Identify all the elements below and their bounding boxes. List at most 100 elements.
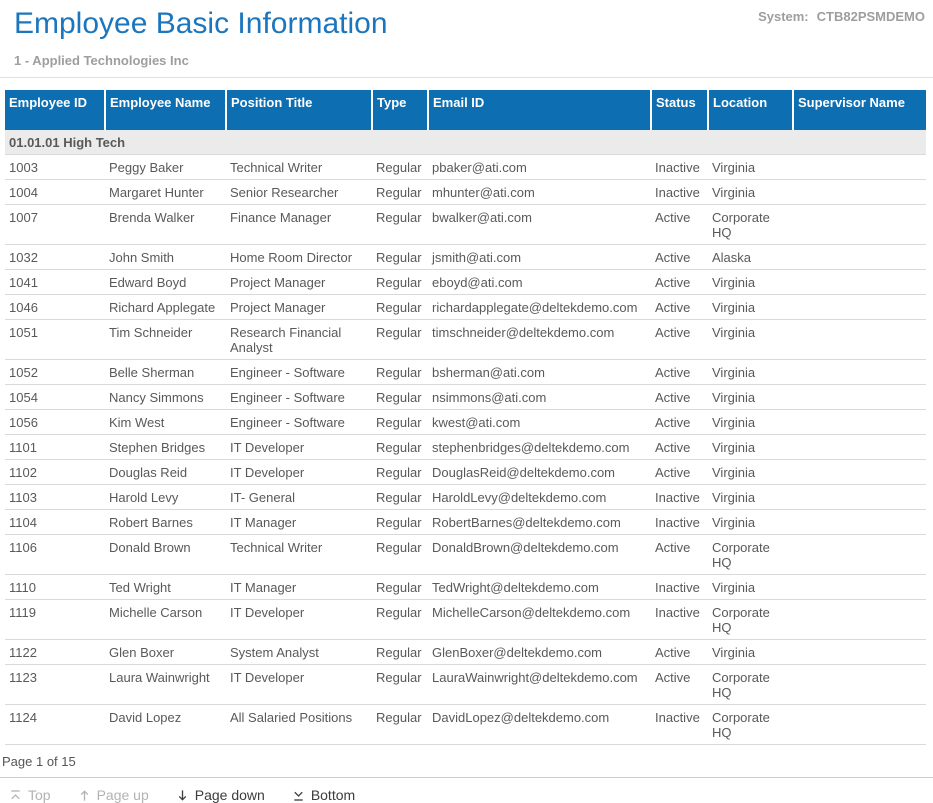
page-indicator: Page 1 of 15 (0, 745, 933, 777)
column-header-position-title: Position Title (226, 90, 372, 130)
bottom-icon (291, 788, 306, 803)
cell-email: jsmith@ati.com (428, 245, 651, 270)
cell-id: 1051 (5, 320, 105, 360)
cell-status: Active (651, 535, 708, 575)
table-row: 1123Laura WainwrightIT DeveloperRegularL… (5, 665, 926, 705)
cell-email: HaroldLevy@deltekdemo.com (428, 485, 651, 510)
cell-email: RobertBarnes@deltekdemo.com (428, 510, 651, 535)
table-row: 1054Nancy SimmonsEngineer - SoftwareRegu… (5, 385, 926, 410)
cell-id: 1101 (5, 435, 105, 460)
cell-position: All Salaried Positions (226, 705, 372, 745)
cell-location: Virginia (708, 410, 793, 435)
cell-supervisor (793, 485, 926, 510)
cell-name: Belle Sherman (105, 360, 226, 385)
cell-name: Peggy Baker (105, 155, 226, 180)
cell-status: Inactive (651, 575, 708, 600)
bottom-button[interactable]: Bottom (291, 787, 355, 803)
cell-position: Home Room Director (226, 245, 372, 270)
cell-name: Donald Brown (105, 535, 226, 575)
table-row: 1124David LopezAll Salaried PositionsReg… (5, 705, 926, 745)
cell-id: 1104 (5, 510, 105, 535)
top-button[interactable]: Top (8, 787, 51, 803)
cell-location: Virginia (708, 460, 793, 485)
cell-status: Active (651, 640, 708, 665)
table-row: 1101Stephen BridgesIT DeveloperRegularst… (5, 435, 926, 460)
cell-position: IT Manager (226, 510, 372, 535)
cell-position: Engineer - Software (226, 360, 372, 385)
cell-location: Corporate HQ (708, 600, 793, 640)
cell-type: Regular (372, 385, 428, 410)
cell-status: Active (651, 295, 708, 320)
cell-name: Ted Wright (105, 575, 226, 600)
cell-position: Engineer - Software (226, 385, 372, 410)
cell-status: Inactive (651, 705, 708, 745)
cell-position: IT Developer (226, 435, 372, 460)
cell-name: Brenda Walker (105, 205, 226, 245)
column-header-employee-id: Employee ID (5, 90, 105, 130)
page-up-button[interactable]: Page up (77, 787, 149, 803)
cell-supervisor (793, 155, 926, 180)
cell-location: Alaska (708, 245, 793, 270)
cell-email: DavidLopez@deltekdemo.com (428, 705, 651, 745)
cell-supervisor (793, 705, 926, 745)
employee-table: Employee ID Employee Name Position Title… (5, 90, 926, 745)
cell-type: Regular (372, 705, 428, 745)
cell-type: Regular (372, 295, 428, 320)
page-down-button-label: Page down (195, 787, 265, 803)
cell-position: IT Manager (226, 575, 372, 600)
cell-location: Virginia (708, 510, 793, 535)
cell-name: Laura Wainwright (105, 665, 226, 705)
cell-position: IT- General (226, 485, 372, 510)
cell-id: 1032 (5, 245, 105, 270)
cell-supervisor (793, 180, 926, 205)
cell-id: 1046 (5, 295, 105, 320)
cell-email: DonaldBrown@deltekdemo.com (428, 535, 651, 575)
cell-supervisor (793, 535, 926, 575)
cell-email: MichelleCarson@deltekdemo.com (428, 600, 651, 640)
cell-position: Technical Writer (226, 535, 372, 575)
cell-location: Virginia (708, 360, 793, 385)
page-up-button-label: Page up (97, 787, 149, 803)
column-header-location: Location (708, 90, 793, 130)
cell-position: IT Developer (226, 460, 372, 485)
page-down-button[interactable]: Page down (175, 787, 265, 803)
column-header-supervisor-name: Supervisor Name (793, 90, 926, 130)
cell-supervisor (793, 640, 926, 665)
table-row: 1119Michelle CarsonIT DeveloperRegularMi… (5, 600, 926, 640)
table-row: 1003Peggy BakerTechnical WriterRegularpb… (5, 155, 926, 180)
cell-position: IT Developer (226, 665, 372, 705)
cell-supervisor (793, 320, 926, 360)
cell-name: Richard Applegate (105, 295, 226, 320)
top-button-label: Top (28, 787, 51, 803)
cell-name: Kim West (105, 410, 226, 435)
cell-id: 1106 (5, 535, 105, 575)
cell-type: Regular (372, 575, 428, 600)
system-value: CTB82PSMDEMO (817, 9, 925, 24)
cell-id: 1007 (5, 205, 105, 245)
cell-name: Douglas Reid (105, 460, 226, 485)
column-header-type: Type (372, 90, 428, 130)
cell-id: 1110 (5, 575, 105, 600)
cell-supervisor (793, 270, 926, 295)
cell-location: Corporate HQ (708, 205, 793, 245)
cell-location: Virginia (708, 270, 793, 295)
cell-status: Active (651, 665, 708, 705)
cell-position: Engineer - Software (226, 410, 372, 435)
header-divider (0, 77, 933, 78)
cell-location: Corporate HQ (708, 665, 793, 705)
cell-supervisor (793, 245, 926, 270)
cell-id: 1103 (5, 485, 105, 510)
cell-id: 1122 (5, 640, 105, 665)
cell-name: Margaret Hunter (105, 180, 226, 205)
table-row: 1052Belle ShermanEngineer - SoftwareRegu… (5, 360, 926, 385)
table-row: 1046Richard ApplegateProject ManagerRegu… (5, 295, 926, 320)
page-up-icon (77, 788, 92, 803)
cell-id: 1119 (5, 600, 105, 640)
table-row: 1104Robert BarnesIT ManagerRegularRobert… (5, 510, 926, 535)
cell-status: Inactive (651, 510, 708, 535)
cell-email: bwalker@ati.com (428, 205, 651, 245)
cell-email: TedWright@deltekdemo.com (428, 575, 651, 600)
cell-status: Active (651, 410, 708, 435)
cell-email: GlenBoxer@deltekdemo.com (428, 640, 651, 665)
cell-email: richardapplegate@deltekdemo.com (428, 295, 651, 320)
